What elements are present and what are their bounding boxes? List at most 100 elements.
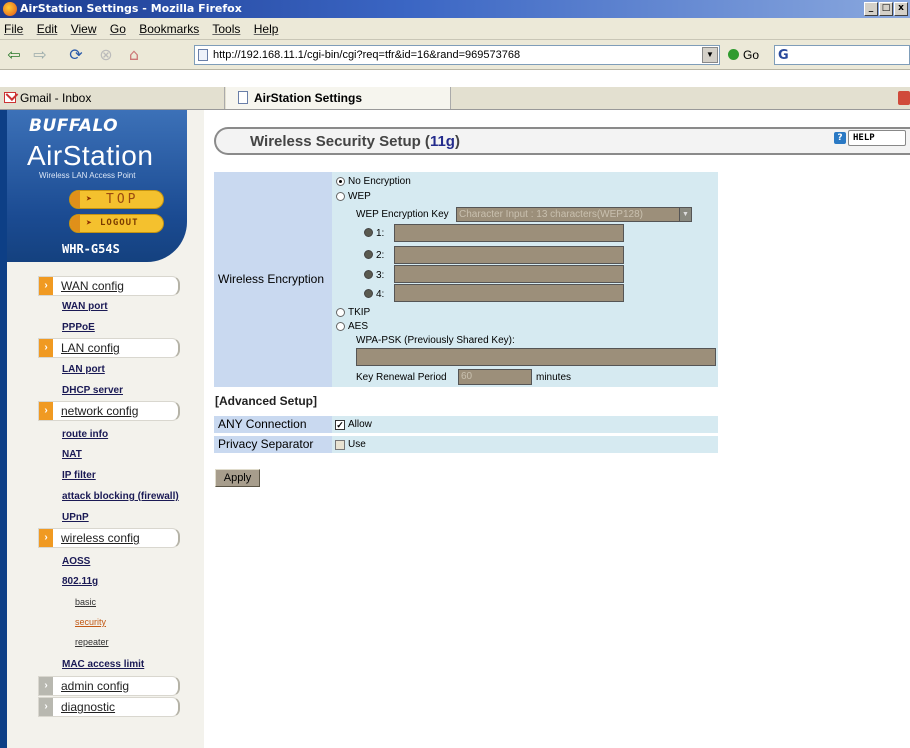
wep-key-1-input[interactable] xyxy=(394,224,624,242)
buffalo-logo: BUFFALO xyxy=(29,116,119,136)
radio-wep[interactable] xyxy=(336,192,345,201)
address-dropdown-icon[interactable]: ▼ xyxy=(702,47,718,63)
tab-gmail-label: Gmail - Inbox xyxy=(20,91,92,105)
nav-link-attack-blocking[interactable]: attack blocking (firewall) xyxy=(62,491,179,502)
maximize-button[interactable]: □ xyxy=(879,2,893,16)
window-titlebar: AirStation Settings - Mozilla Firefox _ … xyxy=(0,0,910,18)
close-tab-icon[interactable] xyxy=(898,91,910,105)
wpa-psk-input[interactable] xyxy=(356,348,716,366)
wireless-encryption-label: Wireless Encryption xyxy=(218,272,325,286)
nav-link-mac-access-limit[interactable]: MAC access limit xyxy=(62,659,144,670)
advanced-setup-title: [Advanced Setup] xyxy=(215,394,318,408)
menu-edit[interactable]: Edit xyxy=(37,22,58,36)
nav-link-nat[interactable]: NAT xyxy=(62,449,82,460)
nav-link-aoss[interactable]: AOSS xyxy=(62,556,90,567)
apply-button[interactable]: Apply xyxy=(215,469,260,487)
privacy-separator-checkbox[interactable] xyxy=(335,440,345,450)
menu-tools[interactable]: Tools xyxy=(212,22,240,36)
radio-no-encryption[interactable] xyxy=(336,177,345,186)
help-icon[interactable]: ? xyxy=(834,132,846,144)
label-aes: AES xyxy=(348,321,369,332)
menu-view[interactable]: View xyxy=(71,22,97,36)
close-button[interactable]: x xyxy=(894,2,908,16)
model-name: WHR-G54S xyxy=(62,242,120,256)
any-connection-checkbox[interactable]: ✓ xyxy=(335,420,345,430)
logout-button-label: LOGOUT xyxy=(100,218,139,228)
nav-category-wireless[interactable]: › wireless config xyxy=(38,528,180,548)
nav-sub-basic[interactable]: basic xyxy=(75,597,96,607)
radio-tkip[interactable] xyxy=(336,308,345,317)
label-wep-key-3: 3: xyxy=(376,270,385,281)
tab-airstation[interactable]: AirStation Settings xyxy=(226,87,451,109)
nav-link-802-11g[interactable]: 802.11g xyxy=(62,576,98,587)
menu-help[interactable]: Help xyxy=(254,22,279,36)
chevron-down-icon: ▼ xyxy=(679,208,691,221)
radio-wep-key-2[interactable] xyxy=(364,250,373,259)
window-controls: _ □ x xyxy=(864,2,908,16)
nav-category-wan[interactable]: › WAN config xyxy=(38,276,180,296)
back-icon[interactable]: ⇦ xyxy=(4,46,24,64)
search-box[interactable]: G xyxy=(774,45,910,65)
arrow-icon: ➤ xyxy=(86,218,93,229)
tab-bar: Gmail - Inbox AirStation Settings xyxy=(0,87,910,110)
sidebar-edge xyxy=(0,110,7,748)
navigation-toolbar: ⇦ ⇨ ⟳ ⊗ ⌂ http://192.168.11.1/cgi-bin/cg… xyxy=(0,40,910,70)
reload-icon[interactable]: ⟳ xyxy=(66,46,86,64)
nav-category-diagnostic[interactable]: › diagnostic xyxy=(38,697,180,717)
label-wpa-psk: WPA-PSK (Previously Shared Key): xyxy=(356,335,515,346)
menu-bookmarks[interactable]: Bookmarks xyxy=(139,22,199,36)
nav-link-wan-port[interactable]: WAN port xyxy=(62,301,108,312)
menu-file[interactable]: File xyxy=(4,22,23,36)
nav-link-pppoe[interactable]: PPPoE xyxy=(62,322,95,333)
nav-sub-repeater[interactable]: repeater xyxy=(75,637,109,647)
nav-category-network[interactable]: › network config xyxy=(38,401,180,421)
radio-wep-key-3[interactable] xyxy=(364,270,373,279)
nav-sub-security[interactable]: security xyxy=(75,617,106,627)
menu-go[interactable]: Go xyxy=(110,22,126,36)
wep-key-3-input[interactable] xyxy=(394,265,624,283)
minimize-button[interactable]: _ xyxy=(864,2,878,16)
radio-aes[interactable] xyxy=(336,322,345,331)
address-bar[interactable]: http://192.168.11.1/cgi-bin/cgi?req=tfr&… xyxy=(194,45,720,65)
tab-airstation-label: AirStation Settings xyxy=(254,91,363,105)
nav-link-dhcp-server[interactable]: DHCP server xyxy=(62,385,123,396)
airstation-logo: AirStation xyxy=(27,140,154,171)
page-title: Wireless Security Setup (11g) xyxy=(250,133,460,150)
nav-category-lan[interactable]: › LAN config xyxy=(38,338,180,358)
tab-gmail[interactable]: Gmail - Inbox xyxy=(0,87,225,109)
nav-link-upnp[interactable]: UPnP xyxy=(62,512,89,523)
radio-wep-key-1[interactable] xyxy=(364,228,373,237)
menu-bar: File Edit View Go Bookmarks Tools Help xyxy=(0,18,910,40)
logout-button[interactable]: ➤ LOGOUT xyxy=(69,214,164,233)
any-connection-value: Allow xyxy=(348,419,372,430)
gmail-icon xyxy=(4,92,16,103)
nav-category-admin[interactable]: › admin config xyxy=(38,676,180,696)
stop-icon[interactable]: ⊗ xyxy=(96,46,116,64)
nav-link-ip-filter[interactable]: IP filter xyxy=(62,470,96,481)
category-arrow-icon: › xyxy=(39,677,53,695)
arrow-icon: ➤ xyxy=(86,194,93,205)
category-arrow-icon: › xyxy=(39,277,53,295)
nav-link-lan-port[interactable]: LAN port xyxy=(62,364,105,375)
help-button[interactable]: HELP xyxy=(848,130,906,146)
wep-key-type-select[interactable]: Character Input : 13 characters(WEP128) … xyxy=(456,207,692,222)
home-icon[interactable]: ⌂ xyxy=(124,46,144,64)
go-label: Go xyxy=(743,48,760,62)
any-connection-label: ANY Connection xyxy=(214,416,332,433)
go-icon xyxy=(728,49,739,60)
address-url: http://192.168.11.1/cgi-bin/cgi?req=tfr&… xyxy=(213,49,521,61)
go-button[interactable]: Go xyxy=(728,48,759,62)
label-wep: WEP xyxy=(348,191,371,202)
radio-wep-key-4[interactable] xyxy=(364,289,373,298)
label-key-renewal: Key Renewal Period xyxy=(356,372,447,383)
top-button-label: TOP xyxy=(106,192,139,207)
forward-icon[interactable]: ⇨ xyxy=(30,46,50,64)
wep-key-2-input[interactable] xyxy=(394,246,624,264)
key-renewal-input[interactable]: 60 xyxy=(458,369,532,385)
category-arrow-icon: › xyxy=(39,529,53,547)
encryption-options: No Encryption WEP WEP Encryption Key Cha… xyxy=(332,172,718,387)
wep-key-4-input[interactable] xyxy=(394,284,624,302)
nav-link-route-info[interactable]: route info xyxy=(62,429,108,440)
top-button[interactable]: ➤ TOP xyxy=(69,190,164,209)
category-arrow-icon: › xyxy=(39,698,53,716)
